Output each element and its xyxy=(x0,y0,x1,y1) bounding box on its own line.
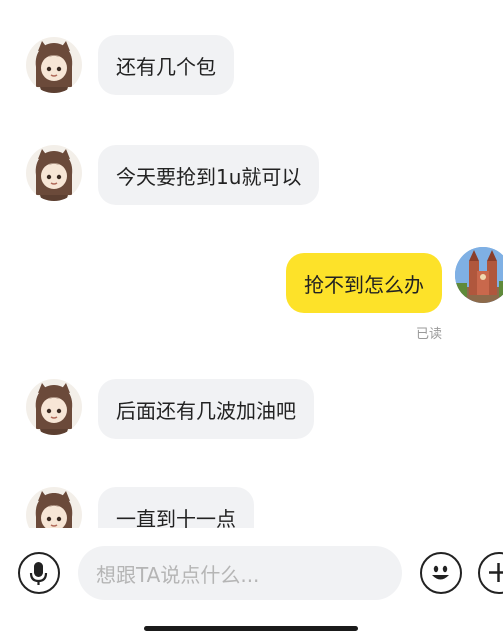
my-avatar[interactable] xyxy=(455,247,503,303)
emoji-button[interactable] xyxy=(420,552,462,594)
microphone-icon xyxy=(29,562,48,585)
message-bubble[interactable]: 抢不到怎么办 xyxy=(286,253,442,313)
home-indicator[interactable] xyxy=(144,626,358,631)
message-text: 后面还有几波加油吧 xyxy=(116,398,296,423)
message-text: 一直到十一点 xyxy=(116,506,236,529)
voice-button[interactable] xyxy=(18,552,60,594)
read-status: 已读 xyxy=(415,327,442,342)
contact-avatar[interactable] xyxy=(26,487,82,528)
message-input[interactable]: 想跟TA说点什么... xyxy=(78,546,402,600)
smiley-icon xyxy=(432,565,449,580)
message-bubble[interactable]: 今天要抢到1u就可以 xyxy=(98,145,320,205)
message-text: 抢不到怎么办 xyxy=(304,272,424,297)
message-bubble[interactable]: 还有几个包 xyxy=(98,35,234,95)
message-bubble[interactable]: 一直到十一点 xyxy=(98,487,254,528)
more-button[interactable] xyxy=(478,552,503,594)
input-bar: 想跟TA说点什么... xyxy=(0,528,503,642)
contact-avatar[interactable] xyxy=(26,37,82,93)
message-text: 还有几个包 xyxy=(116,54,216,79)
contact-avatar[interactable] xyxy=(26,145,82,201)
chat-area[interactable]: 还有几个包 今天要抢到1u就可以 抢不到怎么办 已读 后面还有几波加油吧 一直到… xyxy=(0,0,503,528)
contact-avatar[interactable] xyxy=(26,379,82,435)
message-bubble[interactable]: 后面还有几波加油吧 xyxy=(98,379,314,439)
input-placeholder: 想跟TA说点什么... xyxy=(96,562,260,587)
message-text: 今天要抢到1u就可以 xyxy=(116,164,302,189)
plus-icon xyxy=(489,563,503,582)
